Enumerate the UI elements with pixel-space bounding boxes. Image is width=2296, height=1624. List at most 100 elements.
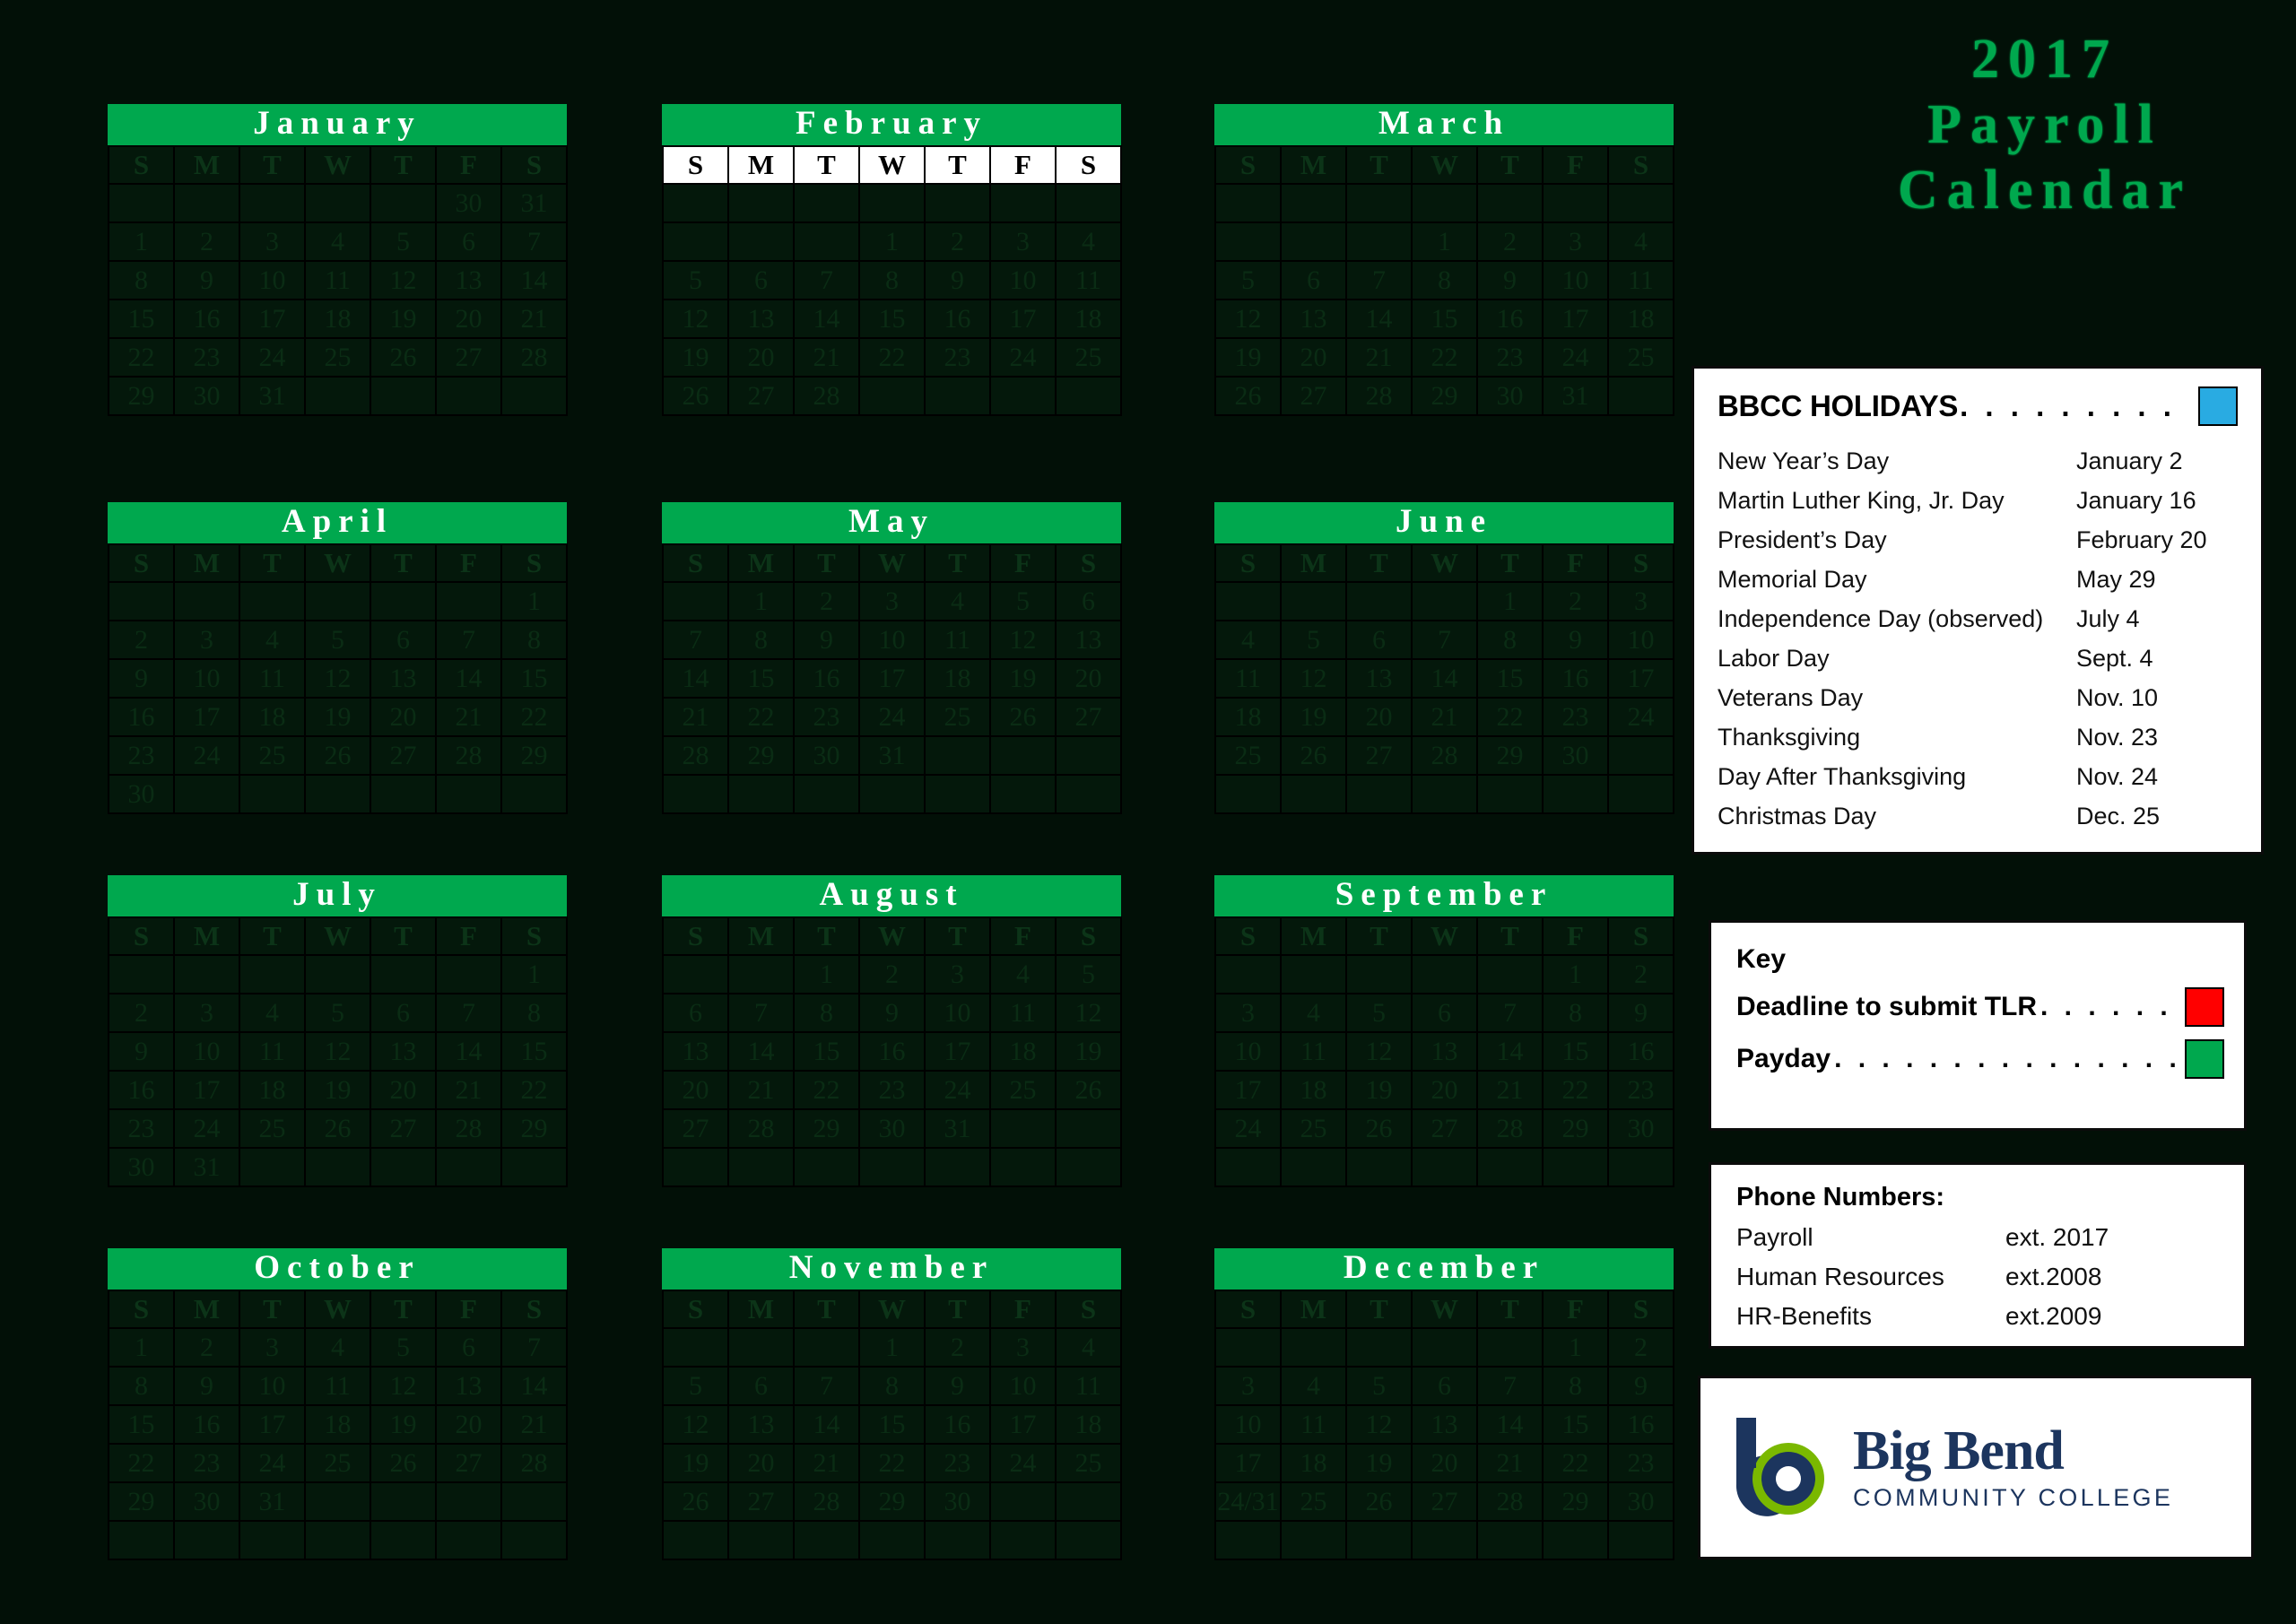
- day-cell-green[interactable]: 26: [1280, 735, 1347, 776]
- day-cell: 4: [1055, 221, 1122, 262]
- day-cell-blue[interactable]: 20: [727, 337, 795, 378]
- day-cell-green[interactable]: 25: [1280, 1108, 1347, 1149]
- day-cell: 16: [924, 1404, 991, 1445]
- day-cell-red[interactable]: 16: [1476, 299, 1544, 339]
- holiday-row: Veterans Day Nov. 10: [1718, 686, 2238, 710]
- day-cell: 27: [662, 1108, 729, 1149]
- day-cell-red[interactable]: 31: [924, 1108, 991, 1149]
- day-of-week-header-row: SMTWTFS: [108, 1290, 568, 1329]
- day-cell-red[interactable]: 2: [1476, 221, 1544, 262]
- month-header-july: July: [108, 875, 567, 916]
- day-cell-red[interactable]: 29: [1542, 1481, 1609, 1522]
- day-cell: 22: [727, 697, 795, 737]
- day-cell-green[interactable]: 10: [858, 620, 926, 660]
- day-cell-blue[interactable]: 24: [989, 1443, 1057, 1483]
- holiday-name: Labor Day: [1718, 645, 1830, 672]
- day-cell: 28: [793, 1481, 860, 1522]
- week-row: 12 13 14 15 16 17 18: [662, 299, 1122, 339]
- day-cell-red[interactable]: 2: [793, 581, 860, 621]
- day-cell-blue[interactable]: 25: [1280, 1481, 1347, 1522]
- day-cell-green[interactable]: 9: [924, 1366, 991, 1406]
- day-cell-green[interactable]: 10: [239, 1366, 306, 1406]
- day-cell-green[interactable]: 11: [1280, 1404, 1347, 1445]
- dow-6: S: [500, 543, 568, 583]
- day-cell-red[interactable]: 16: [1542, 658, 1609, 699]
- day-cell-red[interactable]: 2: [173, 1327, 240, 1368]
- dow-5: F: [435, 916, 502, 956]
- dow-0: S: [662, 145, 729, 185]
- phone-row: Payroll ext. 2017: [1711, 1212, 2244, 1252]
- day-cell-red[interactable]: 2: [924, 221, 991, 262]
- day-cell-blue[interactable]: 23: [924, 1443, 991, 1483]
- day-cell-blue[interactable]: 29: [727, 735, 795, 776]
- day-cell-green[interactable]: 10: [173, 1031, 240, 1072]
- day-cell-blue[interactable]: 4: [1280, 993, 1347, 1033]
- dow-5: F: [989, 543, 1057, 583]
- day-cell-red[interactable]: 14: [793, 1404, 860, 1445]
- day-cell: 8: [858, 1366, 926, 1406]
- day-cell-green[interactable]: 11: [1280, 1031, 1347, 1072]
- day-cell-green[interactable]: 24: [1542, 337, 1609, 378]
- day-cell-blue[interactable]: 16: [173, 299, 240, 339]
- day-cell-green[interactable]: 9: [1542, 620, 1609, 660]
- day-of-week-header-row: SMTWTFS: [108, 916, 568, 956]
- day-cell-green[interactable]: 25: [239, 1108, 306, 1149]
- day-cell-blue[interactable]: 4: [239, 993, 306, 1033]
- day-cell-red[interactable]: 15: [858, 299, 926, 339]
- day-cell-green[interactable]: 25: [989, 1070, 1057, 1110]
- page-title: 2017 Payroll Calendar: [1812, 27, 2278, 223]
- day-cell: 6: [435, 221, 502, 262]
- day-cell-red[interactable]: 1: [858, 1327, 926, 1368]
- day-cell-red[interactable]: 30: [1542, 735, 1609, 776]
- month-header-october: October: [108, 1248, 567, 1290]
- day-cell: [1214, 581, 1282, 621]
- day-cell-red[interactable]: 17: [173, 697, 240, 737]
- day-cell-red[interactable]: 17: [173, 1070, 240, 1110]
- day-cell-red[interactable]: 17: [239, 299, 306, 339]
- month-table-february: S M T W T F S 1 2 3 4 5 6 7 8 9 10 11 12 13 14 15 16 17 18 19 20 21…: [662, 145, 1122, 416]
- day-cell: [989, 774, 1057, 814]
- day-cell: 23: [1607, 1070, 1674, 1110]
- day-cell-red[interactable]: 16: [793, 658, 860, 699]
- day-cell-red[interactable]: 1: [1476, 581, 1544, 621]
- day-cell-blue[interactable]: 2: [173, 221, 240, 262]
- day-cell-red[interactable]: 14: [1476, 1404, 1544, 1445]
- day-cell-green[interactable]: 10: [924, 993, 991, 1033]
- month-june: June S M T W T F S 1 2 3 4 5 6 7 8 9 10 11 12 13 14 15 16 17 18 19…: [1214, 502, 1674, 814]
- day-cell-red[interactable]: 17: [239, 1404, 306, 1445]
- day-cell-green[interactable]: 10: [1542, 260, 1609, 300]
- phone-dept-name: Human Resources: [1736, 1263, 1944, 1290]
- day-cell-green[interactable]: 10: [239, 260, 306, 300]
- day-cell: [858, 376, 926, 416]
- day-cell: [989, 1147, 1057, 1187]
- day-cell-green[interactable]: 24: [989, 337, 1057, 378]
- day-cell-red[interactable]: 1: [1542, 1327, 1609, 1368]
- day-cell-green[interactable]: 25: [304, 337, 371, 378]
- day-cell-green[interactable]: 10: [173, 658, 240, 699]
- day-cell-red[interactable]: 2: [858, 954, 926, 994]
- day-cell-green[interactable]: 22: [1542, 1443, 1609, 1483]
- day-cell: 1: [1411, 221, 1478, 262]
- holidays-panel: BBCC HOLIDAYS . . . . . . . . . New Year…: [1692, 366, 2264, 855]
- day-cell-red[interactable]: 31: [1542, 376, 1609, 416]
- day-cell: 7: [1476, 993, 1544, 1033]
- day-cell-green[interactable]: 10: [989, 260, 1057, 300]
- day-cell-green[interactable]: 25: [239, 735, 306, 776]
- day-cell: [1411, 1147, 1478, 1187]
- key-payday-dot-leader: . . . . . . . . . . . . . . . . . . .: [1834, 1044, 2185, 1073]
- day-cell-green[interactable]: 22: [858, 1443, 926, 1483]
- day-cell-red[interactable]: 30: [435, 183, 502, 223]
- day-cell-red[interactable]: 17: [924, 1031, 991, 1072]
- day-cell-blue[interactable]: 10: [989, 1366, 1057, 1406]
- dow-3: W: [304, 145, 371, 185]
- day-cell-green[interactable]: 25: [924, 697, 991, 737]
- day-cell-red[interactable]: 15: [1542, 1031, 1609, 1072]
- dow-4: T: [1476, 145, 1544, 185]
- day-cell: [924, 1520, 991, 1560]
- day-cell: [304, 183, 371, 223]
- holiday-name: Christmas Day: [1718, 803, 1877, 829]
- dow-6: S: [1607, 145, 1674, 185]
- day-cell: [1055, 1108, 1122, 1149]
- day-cell: [1542, 1520, 1609, 1560]
- day-cell-green[interactable]: 25: [304, 1443, 371, 1483]
